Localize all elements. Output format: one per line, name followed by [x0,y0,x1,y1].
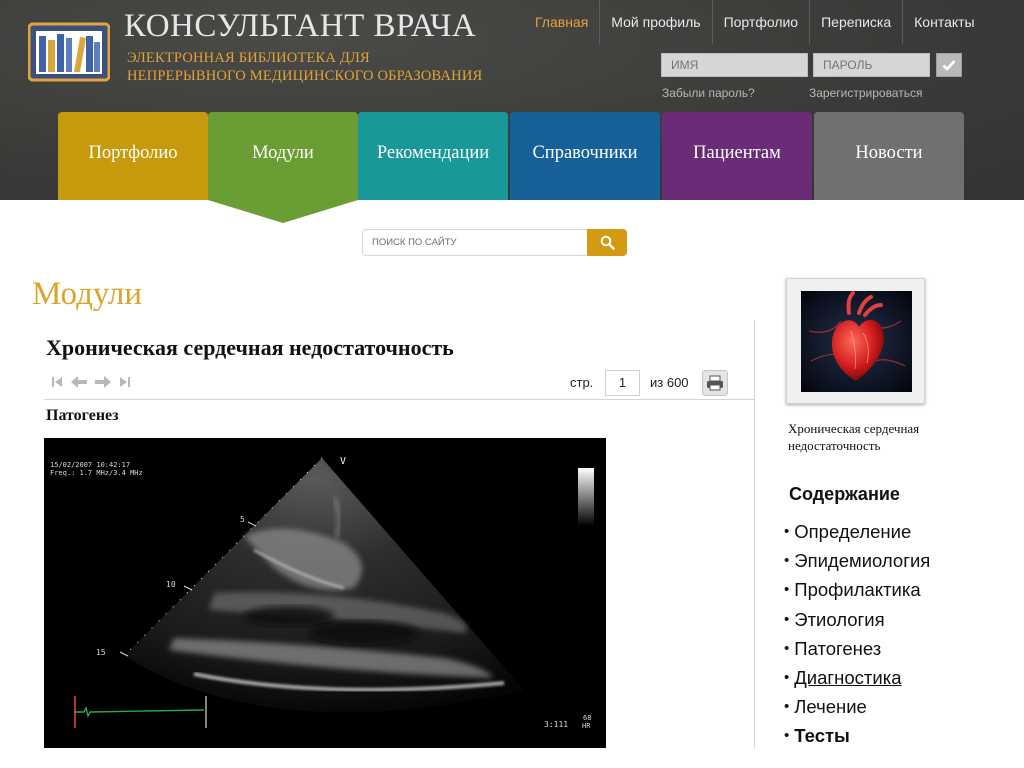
echocardiogram-image: 15/02/2007 10:42:17 Freq.: 1.7 MHz/3.4 M… [44,438,606,748]
echo-frame-counter: 3:111 [544,720,569,729]
login-submit-button[interactable] [936,53,962,77]
echo-timestamp: 15/02/2007 10:42:17 [50,461,131,469]
tab-reference-books[interactable]: Справочники [510,112,660,200]
bookshelf-icon[interactable] [27,18,111,82]
toc-item-prevention[interactable]: Профилактика [784,576,930,605]
page-number-input[interactable]: 1 [605,370,640,396]
checkmark-icon [942,60,956,71]
tab-recommendations[interactable]: Рекомендации [358,112,508,200]
topnav-my-profile[interactable]: Мой профиль [599,0,711,44]
pager-navigation [50,375,132,389]
contents-heading: Содержание [789,484,900,504]
prev-page-icon[interactable] [70,375,88,389]
contents-list: Определение Эпидемиология Профилактика Э… [784,518,930,752]
page-label: стр. [570,375,594,390]
topnav-portfolio[interactable]: Портфолио [711,0,810,44]
tab-modules[interactable]: Модули [208,112,358,200]
site-title[interactable]: КОНСУЛЬТАНТ ВРАЧА [124,8,476,45]
subsection-heading: Патогенез [46,407,119,424]
username-field[interactable] [661,53,808,77]
search-input[interactable]: ПОИСК ПО САЙТУ [362,229,588,256]
topnav-messages[interactable]: Переписка [809,0,902,44]
toc-item-etiology[interactable]: Этиология [784,606,930,635]
site-subtitle-line1: ЭЛЕКТРОННАЯ БИБЛИОТЕКА ДЛЯ [127,50,370,66]
anatomical-heart-image [801,291,912,392]
module-thumbnail[interactable] [786,278,925,404]
forgot-password-link[interactable]: Забыли пароль? [662,86,755,100]
top-navigation: Главная Мой профиль Портфолио Переписка … [524,0,986,44]
search-icon [600,235,615,250]
password-field[interactable] [813,53,930,77]
first-page-icon[interactable] [50,375,64,389]
echo-frequency: Freq.: 1.7 MHz/3.4 MHz [50,469,143,477]
article-title: Хроническая сердечная недостаточность [46,335,454,360]
pager-divider [44,399,755,400]
toc-item-pathogenesis[interactable]: Патогенез [784,635,930,664]
active-tab-pointer [208,200,358,223]
echo-hr-label: HR [582,722,591,730]
page-total: из 600 [650,375,689,390]
echo-depth-15: 15 [96,648,106,657]
site-subtitle-line2: НЕПРЕРЫВНОГО МЕДИЦИНСКОГО ОБРАЗОВАНИЯ [127,68,483,84]
toc-item-definition[interactable]: Определение [784,518,930,547]
echo-hr-value: 68 [583,714,592,722]
tab-portfolio[interactable]: Портфолио [58,112,208,200]
toc-item-treatment[interactable]: Лечение [784,693,930,722]
printer-icon [707,375,723,391]
echo-marker-v: V [340,456,347,467]
next-page-icon[interactable] [94,375,112,389]
module-caption[interactable]: Хроническая сердечная недостаточность [788,420,938,454]
section-heading: Модули [32,276,143,312]
topnav-home[interactable]: Главная [524,0,599,44]
toc-item-tests[interactable]: Тесты [784,722,930,751]
toc-item-diagnostics[interactable]: Диагностика [784,664,930,693]
tab-news[interactable]: Новости [814,112,964,200]
site-header: КОНСУЛЬТАНТ ВРАЧА ЭЛЕКТРОННАЯ БИБЛИОТЕКА… [0,0,1024,200]
content-divider [754,320,755,748]
toc-item-epidemiology[interactable]: Эпидемиология [784,547,930,576]
print-button[interactable] [702,370,728,396]
topnav-contacts[interactable]: Контакты [902,0,985,44]
echo-depth-10: 10 [166,580,176,589]
last-page-icon[interactable] [118,375,132,389]
echo-depth-5: 5 [240,515,245,524]
search-button[interactable] [587,229,627,256]
register-link[interactable]: Зарегистрироваться [809,86,922,100]
tab-patients[interactable]: Пациентам [662,112,812,200]
